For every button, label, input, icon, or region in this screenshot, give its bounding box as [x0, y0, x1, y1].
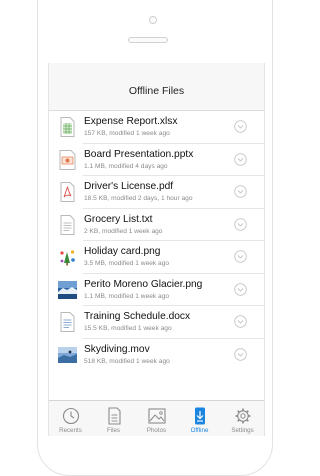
file-name: Training Schedule.docx [84, 311, 191, 322]
front-camera [149, 16, 157, 24]
tab-settings[interactable]: Settings [221, 401, 264, 436]
files-icon [108, 407, 121, 425]
file-meta: 157 KB, modified 1 week ago [84, 130, 170, 137]
file-meta: 15.5 KB, modified 1 week ago [84, 325, 172, 332]
photos-icon [148, 408, 166, 424]
spreadsheet-icon [60, 117, 75, 137]
tab-label: Photos [146, 427, 167, 434]
file-row[interactable]: Skydiving.mov 518 KB, modified 1 week ag… [49, 339, 264, 372]
tab-recents[interactable]: Recents [49, 401, 92, 436]
file-meta: 518 KB, modified 1 week ago [84, 357, 170, 365]
chevron-down-icon[interactable] [234, 282, 247, 296]
file-name: Expense Report.xlsx [84, 116, 178, 127]
file-meta: 18.5 KB, modified 2 days, 1 hour ago [84, 195, 193, 202]
chevron-down-icon[interactable] [234, 217, 247, 231]
tab-label: Recents [59, 427, 82, 434]
file-row[interactable]: Perito Moreno Glacier.png 1.1 MB, modifi… [49, 274, 264, 306]
document-icon [60, 312, 75, 332]
file-meta: 3.5 MB, modified 1 week ago [84, 260, 170, 267]
app-screen: Offline Files Expense Report.xlsx 157 KB… [48, 63, 265, 436]
tab-label: Offline [190, 427, 209, 434]
chevron-down-icon[interactable] [234, 250, 247, 263]
file-row[interactable]: Board Presentation.pptx 1.1 MB, modified… [49, 144, 264, 176]
video-thumb-icon [58, 346, 77, 363]
file-name: Grocery List.txt [84, 213, 153, 225]
pdf-icon [60, 182, 75, 202]
tab-bar: Recents Files Photos Offline Settings [49, 400, 264, 436]
tab-files[interactable]: Files [92, 401, 135, 436]
tab-offline[interactable]: Offline [178, 401, 221, 436]
tab-photos[interactable]: Photos [135, 401, 178, 436]
tab-label: Settings [231, 427, 254, 434]
page-title: Offline Files [128, 85, 185, 97]
file-name: Driver's License.pdf [84, 181, 174, 192]
presentation-icon [59, 149, 76, 170]
offline-icon [195, 407, 205, 425]
file-meta: 2 KB, modified 1 week ago [84, 227, 163, 235]
file-name: Holiday card.png [84, 246, 161, 257]
file-meta: 1.1 MB, modified 4 days ago [84, 162, 168, 170]
clock-icon [62, 407, 80, 425]
tab-label: Files [106, 427, 121, 434]
file-row[interactable]: Driver's License.pdf 18.5 KB, modified 2… [49, 176, 264, 209]
file-row[interactable]: Expense Report.xlsx 157 KB, modified 1 w… [49, 111, 264, 144]
file-name: Board Presentation.pptx [84, 148, 194, 160]
earpiece-speaker [128, 37, 168, 43]
file-name: Skydiving.mov [84, 343, 150, 355]
file-row[interactable]: Training Schedule.docx 15.5 KB, modified… [49, 306, 264, 339]
chevron-down-icon[interactable] [234, 315, 247, 328]
file-name: Perito Moreno Glacier.png [84, 278, 203, 290]
navigation-bar: Offline Files [49, 63, 264, 111]
chevron-down-icon[interactable] [234, 120, 247, 133]
chevron-down-icon[interactable] [234, 347, 247, 361]
photo-thumb-icon [58, 280, 77, 299]
image-thumb-icon [60, 250, 75, 266]
text-file-icon [60, 214, 75, 235]
file-row[interactable]: Holiday card.png 3.5 MB, modified 1 week… [49, 241, 264, 274]
gear-icon [235, 408, 251, 424]
chevron-down-icon[interactable] [234, 152, 247, 166]
file-row[interactable]: Grocery List.txt 2 KB, modified 1 week a… [49, 209, 264, 241]
file-meta: 1.1 MB, modified 1 week ago [84, 292, 170, 300]
chevron-down-icon[interactable] [234, 185, 247, 198]
